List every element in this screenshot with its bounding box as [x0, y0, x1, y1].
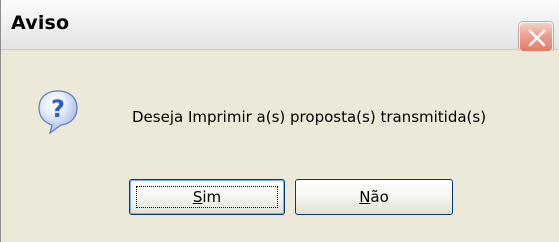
- no-mnemonic: N: [359, 188, 371, 206]
- dialog-window: Aviso ? Deseja Imprimir a(s) proposta(s)…: [0, 0, 559, 242]
- no-button[interactable]: Não: [295, 179, 453, 215]
- no-label-rest: ão: [370, 188, 389, 206]
- yes-mnemonic: S: [192, 188, 203, 206]
- yes-button[interactable]: Sim: [129, 179, 285, 215]
- dialog-content: ? Deseja Imprimir a(s) proposta(s) trans…: [1, 51, 559, 242]
- title-bar[interactable]: Aviso: [1, 0, 559, 52]
- yes-label-rest: im: [202, 188, 222, 206]
- close-icon: [528, 29, 546, 47]
- no-button-label: Não: [359, 188, 389, 206]
- question-icon: ?: [38, 90, 78, 135]
- svg-text:?: ?: [51, 95, 65, 123]
- dialog-message: Deseja Imprimir a(s) proposta(s) transmi…: [132, 108, 487, 126]
- close-button[interactable]: [519, 22, 553, 52]
- yes-button-label: Sim: [193, 188, 221, 206]
- window-title: Aviso: [11, 12, 70, 34]
